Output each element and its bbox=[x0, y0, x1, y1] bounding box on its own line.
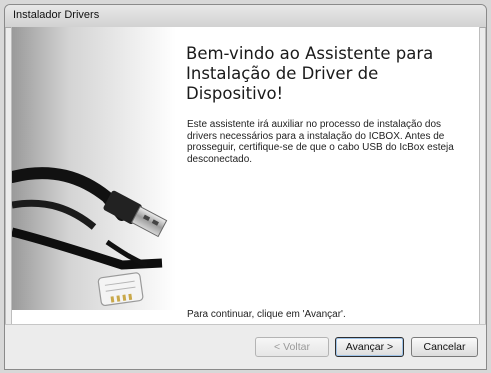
banner-image bbox=[12, 27, 176, 325]
cancel-button[interactable]: Cancelar bbox=[411, 337, 478, 357]
wizard-description: Este assistente irá auxiliar no processo… bbox=[187, 119, 454, 165]
cables-icon bbox=[12, 27, 176, 310]
title-bar[interactable]: Instalador Drivers bbox=[5, 5, 486, 28]
wizard-page: Bem-vindo ao Assistente para Instalação … bbox=[11, 27, 480, 325]
next-button[interactable]: Avançar > bbox=[335, 337, 404, 357]
button-bar: < Voltar Avançar > Cancelar bbox=[5, 324, 486, 369]
heading-line-2: Instalação de Driver de Dispositivo! bbox=[186, 64, 379, 103]
heading-line-1: Bem-vindo ao Assistente para bbox=[186, 44, 434, 63]
back-button[interactable]: < Voltar bbox=[255, 337, 329, 357]
continue-instruction: Para continuar, clique em 'Avançar'. bbox=[187, 309, 346, 320]
window-title: Instalador Drivers bbox=[13, 9, 100, 21]
installer-window: Instalador Drivers Bem-vindo ao Assisten… bbox=[4, 4, 487, 370]
wizard-heading: Bem-vindo ao Assistente para Instalação … bbox=[186, 44, 476, 104]
